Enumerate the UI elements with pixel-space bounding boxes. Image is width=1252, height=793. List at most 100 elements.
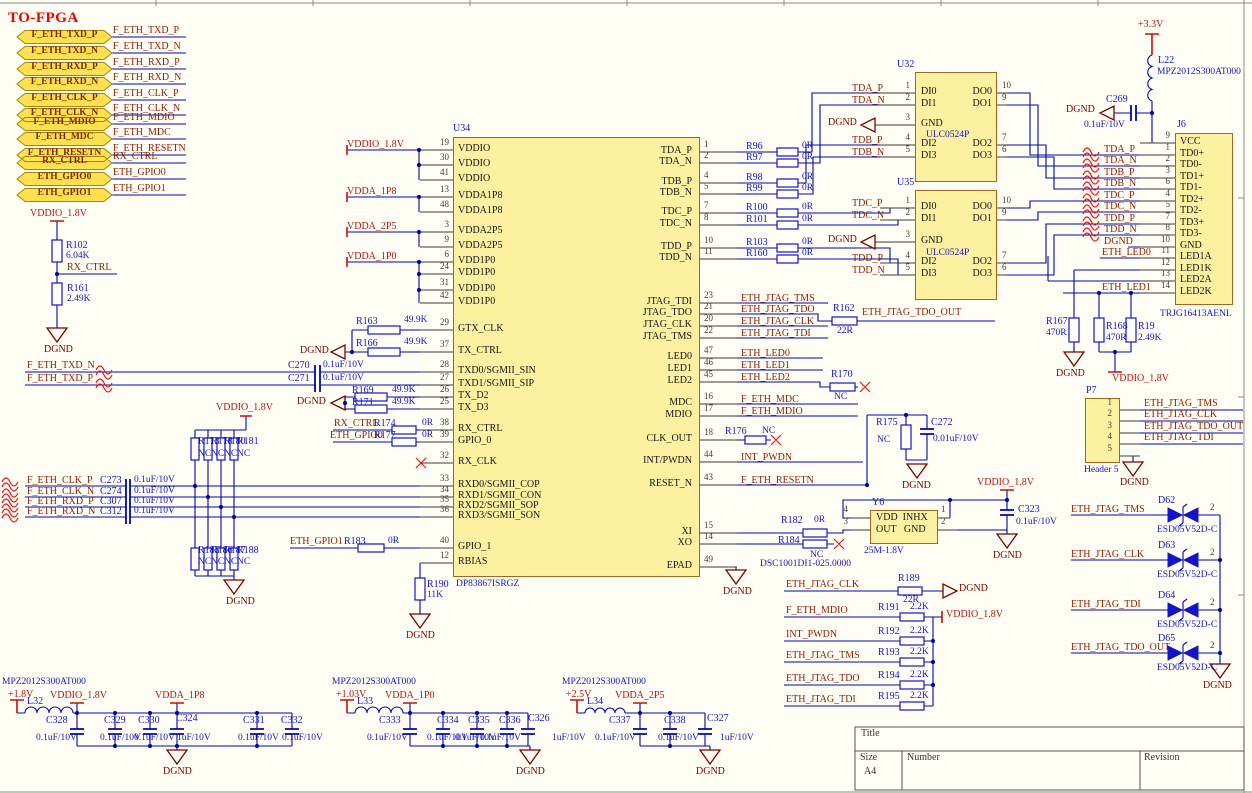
net-label[interactable]: ETH_JTAG_CLK: [741, 316, 814, 328]
designator[interactable]: P7: [1086, 385, 1097, 397]
net-label[interactable]: DGND: [1104, 236, 1133, 248]
ground-label[interactable]: DGND: [1066, 104, 1095, 116]
designator[interactable]: C334: [437, 715, 459, 727]
designator[interactable]: R98: [746, 172, 763, 184]
power-label[interactable]: VDDA_2P5: [347, 221, 396, 233]
net-label[interactable]: INT_PWDN: [741, 452, 792, 464]
net-label[interactable]: F_ETH_TXD_N: [113, 41, 181, 53]
net-label[interactable]: F_ETH_CLK_P: [27, 475, 93, 487]
net-label[interactable]: ETH_JTAG_TDI: [741, 328, 811, 340]
designator[interactable]: C269: [1106, 94, 1128, 106]
net-label[interactable]: ETH_JTAG_TDO: [741, 304, 815, 316]
designator[interactable]: R99: [746, 183, 763, 195]
port[interactable]: F_ETH_MDIO: [17, 117, 112, 128]
designator[interactable]: C326: [528, 713, 550, 725]
designator[interactable]: R189: [898, 573, 920, 585]
designator[interactable]: U32: [897, 59, 914, 71]
ground-label[interactable]: DGND: [44, 344, 73, 356]
designator[interactable]: R177: [374, 430, 396, 442]
net-label[interactable]: ETH_JTAG_TDO_OUT: [862, 307, 961, 319]
net-label[interactable]: ETH_JTAG_TDI: [1144, 432, 1214, 444]
ground-label[interactable]: DGND: [993, 550, 1022, 562]
net-label[interactable]: F_ETH_MDC: [741, 394, 799, 406]
port[interactable]: F_ETH_TXD_N: [17, 46, 112, 57]
net-label[interactable]: ETH_JTAG_TMS: [1144, 398, 1218, 410]
power-label[interactable]: VDDA_2P5: [615, 690, 664, 702]
port[interactable]: F_ETH_RXD_N: [17, 77, 112, 88]
net-label[interactable]: ETH_JTAG_TDI: [1071, 599, 1141, 611]
net-label[interactable]: TDC_N: [1104, 201, 1136, 213]
designator[interactable]: R194: [878, 670, 900, 682]
net-label[interactable]: TDB_P: [1104, 167, 1135, 179]
designator[interactable]: C335: [468, 715, 490, 727]
port[interactable]: F_ETH_CLK_P: [17, 93, 112, 104]
designator[interactable]: R181: [237, 436, 259, 448]
net-label[interactable]: ETH_GPIO0: [113, 167, 166, 179]
power-label[interactable]: VDDIO_1.8V: [946, 609, 1003, 621]
designator[interactable]: Y6: [872, 497, 884, 509]
net-label[interactable]: RX_CTRL: [67, 262, 111, 274]
net-label[interactable]: F_ETH_RXD_P: [113, 57, 180, 69]
power-label[interactable]: VDDIO_1.8V: [30, 208, 87, 220]
designator[interactable]: R188: [237, 545, 259, 557]
designator[interactable]: C331: [243, 715, 265, 727]
designator[interactable]: R101: [746, 214, 768, 226]
designator[interactable]: C337: [609, 715, 631, 727]
designator[interactable]: R171: [352, 397, 374, 409]
ground-label[interactable]: DGND: [406, 630, 435, 642]
power-label[interactable]: VDDIO_1.8V: [1112, 373, 1169, 385]
power-label[interactable]: VDDIO_1.8V: [50, 690, 107, 702]
net-label[interactable]: RX_CTRL: [334, 418, 378, 430]
designator[interactable]: R102: [66, 240, 88, 252]
net-label[interactable]: TDD_N: [1104, 224, 1137, 236]
ground-label[interactable]: DGND: [1120, 477, 1149, 489]
net-label[interactable]: ETH_JTAG_TDO_OUT: [1144, 421, 1243, 433]
designator[interactable]: R170: [831, 369, 853, 381]
designator[interactable]: C272: [931, 417, 953, 429]
net-label[interactable]: TDA_N: [1104, 155, 1137, 167]
designator[interactable]: C332: [281, 715, 303, 727]
net-label[interactable]: ETH_JTAG_TDI: [786, 694, 856, 706]
designator[interactable]: C336: [499, 715, 521, 727]
net-label[interactable]: F_ETH_RXD_N: [27, 506, 95, 518]
net-label[interactable]: TDA_P: [1104, 144, 1135, 156]
designator[interactable]: R103: [746, 237, 768, 249]
designator[interactable]: R182: [781, 515, 803, 527]
designator[interactable]: R169: [352, 385, 374, 397]
designator[interactable]: C271: [288, 373, 310, 385]
designator[interactable]: R166: [356, 338, 378, 350]
net-label[interactable]: TDD_P: [852, 253, 883, 265]
designator[interactable]: C338: [664, 715, 686, 727]
designator[interactable]: C327: [707, 713, 729, 725]
ground-label[interactable]: DGND: [163, 766, 192, 778]
designator[interactable]: R183: [344, 536, 366, 548]
designator[interactable]: R167: [1046, 316, 1068, 328]
designator[interactable]: R162: [833, 303, 855, 315]
net-label[interactable]: F_ETH_MDIO: [786, 605, 848, 617]
ground-label[interactable]: DGND: [1203, 680, 1232, 692]
port[interactable]: ETH_GPIO0: [17, 172, 112, 183]
net-label[interactable]: F_ETH_MDC: [113, 127, 171, 139]
designator[interactable]: C270: [288, 360, 310, 372]
net-label[interactable]: F_ETH_MDIO: [741, 406, 803, 418]
net-label[interactable]: ETH_JTAG_TMS: [741, 293, 815, 305]
designator[interactable]: J6: [1177, 119, 1186, 131]
port[interactable]: ETH_GPIO1: [17, 188, 112, 199]
net-label[interactable]: ETH_JTAG_TMS: [1071, 504, 1145, 516]
net-label[interactable]: TDC_N: [852, 210, 884, 222]
designator[interactable]: R160: [746, 248, 768, 260]
power-label[interactable]: VDDA_1P0: [385, 690, 434, 702]
designator[interactable]: U35: [897, 177, 914, 189]
net-label[interactable]: TDA_P: [852, 83, 883, 95]
designator[interactable]: L34: [587, 696, 603, 708]
designator[interactable]: L33: [357, 696, 373, 708]
port[interactable]: F_ETH_MDC: [17, 132, 112, 143]
net-label[interactable]: TDD_N: [852, 265, 885, 277]
net-label[interactable]: F_ETH_RESETN: [741, 475, 814, 487]
port[interactable]: F_ETH_RXD_P: [17, 62, 112, 73]
designator[interactable]: U34: [453, 123, 470, 135]
designator[interactable]: L22: [1158, 55, 1174, 67]
net-label[interactable]: F_ETH_TXD_P: [113, 25, 179, 37]
designator[interactable]: R97: [746, 152, 763, 164]
net-label[interactable]: ETH_JTAG_TMS: [786, 650, 860, 662]
